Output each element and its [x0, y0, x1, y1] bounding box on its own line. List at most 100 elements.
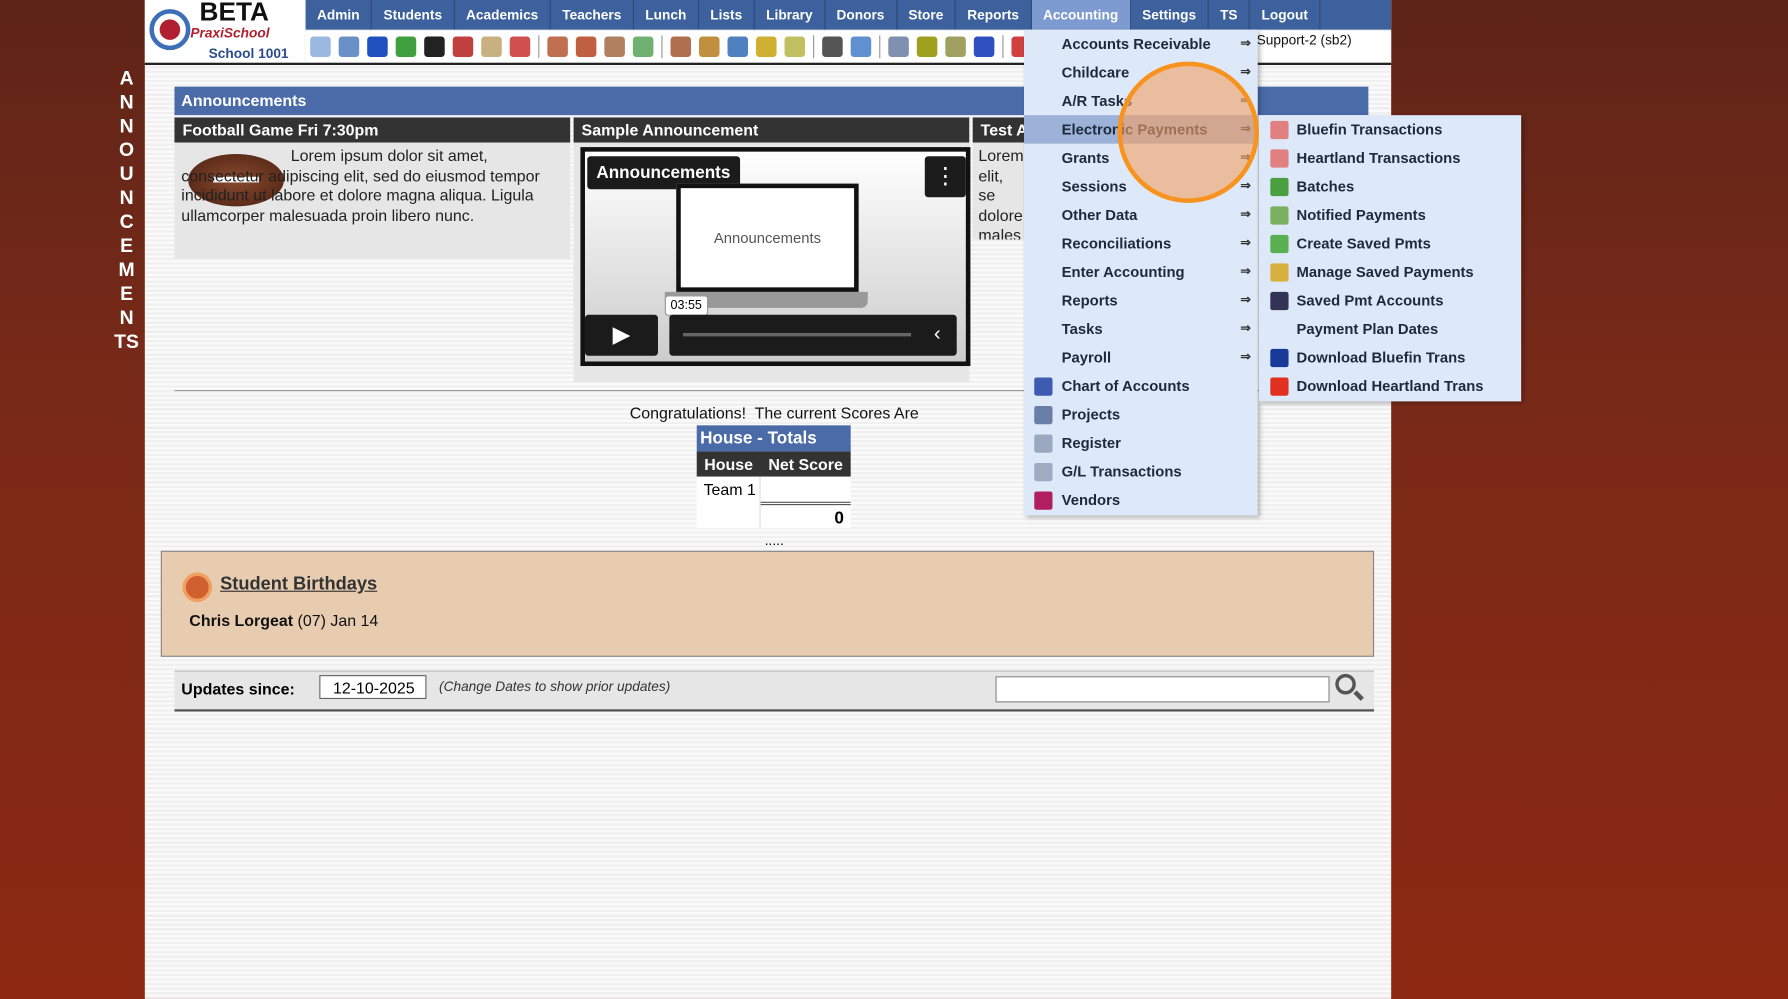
- card-icon[interactable]: [916, 36, 938, 58]
- logo[interactable]: BETA PraxiSchool School 1001: [144, 0, 305, 63]
- school-name: School 1001: [208, 45, 289, 62]
- nav-students[interactable]: Students: [372, 0, 455, 30]
- nav-library[interactable]: Library: [755, 0, 826, 30]
- menu-item-reconciliations[interactable]: Reconciliations ⇒: [1024, 229, 1258, 258]
- menu-item-reports[interactable]: Reports ⇒: [1024, 286, 1258, 315]
- current-user[interactable]: Support-2 (sb2): [1257, 32, 1352, 48]
- submenu-item-saved-pmt-accounts[interactable]: Saved Pmt Accounts: [1259, 286, 1521, 315]
- submenu-item-bluefin-transactions[interactable]: Bluefin Transactions: [1259, 115, 1521, 144]
- birthdays-panel: Student Birthdays Chris Lorgeat (07) Jan…: [160, 550, 1375, 657]
- menu-item-label: Reconciliations: [1061, 234, 1172, 253]
- sms-icon[interactable]: [395, 36, 417, 58]
- menu-item-label: Accounts Receivable: [1061, 35, 1211, 53]
- nav-reports[interactable]: Reports: [956, 0, 1032, 30]
- nav-admin[interactable]: Admin: [306, 0, 373, 30]
- phone-icon[interactable]: [424, 36, 445, 58]
- menu-item-projects[interactable]: Projects: [1024, 400, 1258, 429]
- announcement-card: Lorem ipsum dolor sit amet, consectetur …: [174, 142, 571, 259]
- email-icon[interactable]: [367, 36, 388, 58]
- teacher-icon[interactable]: [822, 36, 843, 58]
- column-header: Net Score: [768, 454, 843, 474]
- scores-table-title: House - Totals: [696, 425, 851, 452]
- nav-logout[interactable]: Logout: [1250, 0, 1321, 30]
- nav-store[interactable]: Store: [897, 0, 956, 30]
- video-progress-bar[interactable]: ‹: [669, 314, 957, 356]
- menu-item-vendors[interactable]: Vendors: [1024, 486, 1258, 515]
- nav-accounting[interactable]: Accounting: [1031, 0, 1131, 30]
- menu-item-other-data[interactable]: Other Data ⇒: [1024, 201, 1258, 230]
- more-vert-icon[interactable]: ⋮: [924, 156, 966, 198]
- calendar-icon[interactable]: [338, 36, 360, 58]
- updates-date-input[interactable]: [319, 675, 427, 700]
- add-student-icon[interactable]: [575, 36, 597, 58]
- menu-item-enter-accounting[interactable]: Enter Accounting ⇒: [1024, 258, 1258, 287]
- transactions-icon: [1270, 120, 1289, 140]
- submenu-item-download-bluefin-trans[interactable]: Download Bluefin Trans: [1259, 343, 1521, 372]
- toolbar-separator: [813, 35, 815, 59]
- submenu-item-create-saved-pmts[interactable]: Create Saved Pmts: [1259, 229, 1521, 258]
- book-icon[interactable]: [727, 36, 749, 58]
- menu-item-label: Sessions: [1061, 177, 1127, 195]
- announcement-body: Lorem elit, se dolore males: [972, 142, 1024, 240]
- menu-item-chart-of-accounts[interactable]: Chart of Accounts: [1024, 372, 1258, 401]
- flag-icon[interactable]: [452, 36, 474, 58]
- toolbar-separator: [661, 35, 663, 59]
- play-icon[interactable]: ▶: [584, 314, 658, 356]
- money-icon[interactable]: [632, 36, 654, 58]
- menu-item-payroll[interactable]: Payroll ⇒: [1024, 343, 1258, 372]
- export-icon[interactable]: [784, 36, 806, 58]
- search-input[interactable]: [995, 676, 1330, 703]
- student-icon[interactable]: [604, 36, 625, 58]
- more-link[interactable]: .....: [753, 533, 796, 549]
- chevron-left-icon[interactable]: ‹: [934, 322, 941, 346]
- menu-item-label: G/L Transactions: [1061, 462, 1182, 481]
- nav-academics[interactable]: Academics: [455, 0, 551, 30]
- score-cell: [761, 477, 851, 502]
- register-icon: [1034, 434, 1053, 453]
- submenu-item-manage-saved-payments[interactable]: Manage Saved Payments: [1259, 258, 1521, 287]
- submenu-arrow-icon: ⇒: [1240, 207, 1251, 222]
- scores-intro: Congratulations! The current Scores Are: [629, 403, 919, 422]
- birthday-detail: (07) Jan 14: [293, 611, 379, 630]
- parents-icon[interactable]: [670, 36, 692, 58]
- form-icon[interactable]: [481, 36, 502, 58]
- menu-item-label: Batches: [1296, 177, 1355, 195]
- menu-item-accounts-receivable[interactable]: Accounts Receivable ⇒: [1024, 30, 1258, 59]
- submenu-item-payment-plan-dates[interactable]: Payment Plan Dates: [1259, 315, 1521, 344]
- announcement-title: Football Game Fri 7:30pm: [174, 117, 571, 143]
- birthdays-title[interactable]: Student Birthdays: [220, 575, 377, 596]
- bell-icon[interactable]: [756, 36, 777, 58]
- menu-item-g-l-transactions[interactable]: G/L Transactions: [1024, 457, 1258, 486]
- video-player[interactable]: Announcements ⋮ Announcements 03:55 ▶ ‹: [580, 147, 971, 367]
- announcement-card: Announcements ⋮ Announcements 03:55 ▶ ‹: [573, 142, 971, 383]
- submenu-item-heartland-transactions[interactable]: Heartland Transactions: [1259, 144, 1521, 173]
- ap-icon[interactable]: [973, 36, 995, 58]
- megaphone-icon[interactable]: [547, 36, 568, 58]
- spreadsheet-icon[interactable]: [888, 36, 909, 58]
- printer-icon[interactable]: [945, 36, 966, 58]
- updates-label: Updates since:: [181, 679, 295, 698]
- nav-lunch[interactable]: Lunch: [634, 0, 699, 30]
- submenu-item-batches[interactable]: Batches: [1259, 172, 1521, 201]
- nav-settings[interactable]: Settings: [1131, 0, 1209, 30]
- birthday-student-name[interactable]: Chris Lorgeat: [189, 611, 293, 629]
- calendar-date-icon[interactable]: [509, 36, 531, 58]
- transactions-icon: [1270, 149, 1289, 168]
- submenu-item-download-heartland-trans[interactable]: Download Heartland Trans: [1259, 372, 1521, 401]
- search-icon[interactable]: [1335, 673, 1364, 701]
- scores-table: House - Totals House Net Score Team 1 0: [696, 425, 851, 528]
- video-screen-text: Announcements: [676, 183, 859, 292]
- announcement-body: Lorem ipsum dolor sit amet, consectetur …: [181, 145, 540, 225]
- nav-lists[interactable]: Lists: [699, 0, 755, 30]
- alarm-icon[interactable]: [850, 36, 872, 58]
- nav-teachers[interactable]: Teachers: [551, 0, 634, 30]
- nav-ts[interactable]: TS: [1209, 0, 1251, 30]
- menu-item-tasks[interactable]: Tasks ⇒: [1024, 315, 1258, 344]
- menu-item-label: Heartland Transactions: [1296, 149, 1461, 167]
- menu-item-register[interactable]: Register: [1024, 429, 1258, 458]
- submenu-item-notified-payments[interactable]: Notified Payments: [1259, 201, 1521, 230]
- search-icon[interactable]: [310, 36, 331, 58]
- lunch-icon[interactable]: [699, 36, 720, 58]
- gl-icon: [1034, 377, 1053, 396]
- nav-donors[interactable]: Donors: [825, 0, 897, 30]
